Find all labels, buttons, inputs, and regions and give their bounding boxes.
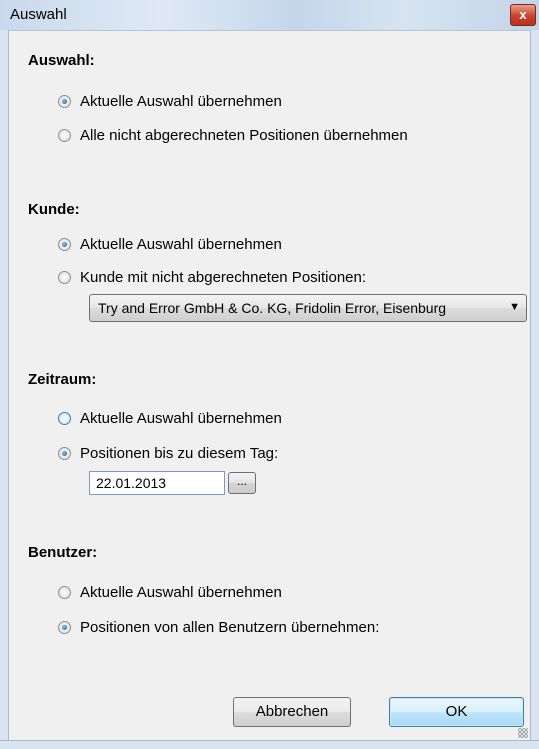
window-frame-bottom [0, 740, 539, 749]
customer-select[interactable]: Try and Error GmbH & Co. KG, Fridolin Er… [89, 294, 527, 322]
kunde-option-current[interactable]: Aktuelle Auswahl übernehmen [58, 234, 282, 254]
zeitraum-option-date[interactable]: Positionen bis zu diesem Tag: [58, 443, 278, 463]
auswahl-heading: Auswahl: [28, 52, 95, 69]
auswahl-option-all[interactable]: Alle nicht abgerechneten Positionen über… [58, 125, 408, 145]
zeitraum-option-current[interactable]: Aktuelle Auswahl übernehmen [58, 408, 282, 428]
date-field-value: 22.01.2013 [96, 475, 167, 491]
dialog-body: Auswahl: Aktuelle Auswahl übernehmen All… [9, 31, 530, 740]
zeitraum-heading: Zeitraum: [28, 371, 97, 388]
chevron-down-icon[interactable]: ▼ [509, 301, 520, 313]
radio-label: Positionen bis zu diesem Tag: [80, 444, 279, 462]
radio-label: Aktuelle Auswahl übernehmen [80, 92, 282, 110]
close-button[interactable]: x [510, 4, 536, 26]
date-field[interactable]: 22.01.2013 [89, 471, 225, 495]
radio-icon[interactable] [58, 446, 71, 460]
radio-label: Aktuelle Auswahl übernehmen [80, 235, 282, 253]
kunde-option-customer[interactable]: Kunde mit nicht abgerechneten Positionen… [58, 267, 366, 287]
radio-icon[interactable] [58, 237, 71, 251]
kunde-heading: Kunde: [28, 201, 80, 218]
close-icon: x [519, 7, 527, 22]
date-picker-button[interactable]: ... [228, 472, 256, 494]
radio-label: Alle nicht abgerechneten Positionen über… [80, 126, 408, 144]
benutzer-heading: Benutzer: [28, 544, 98, 561]
auswahl-option-current[interactable]: Aktuelle Auswahl übernehmen [58, 91, 282, 111]
cancel-button[interactable]: Abbrechen [233, 697, 351, 727]
window-frame-right [530, 30, 539, 749]
radio-icon[interactable] [58, 270, 71, 284]
benutzer-option-all[interactable]: Positionen von allen Benutzern übernehme… [58, 617, 379, 637]
radio-label: Aktuelle Auswahl übernehmen [80, 409, 282, 427]
radio-label: Positionen von allen Benutzern übernehme… [80, 618, 380, 636]
window-title: Auswahl [10, 6, 67, 23]
resize-grip-icon[interactable] [518, 728, 528, 738]
radio-icon[interactable] [58, 585, 71, 599]
ok-button[interactable]: OK [389, 697, 524, 727]
customer-select-value: Try and Error GmbH & Co. KG, Fridolin Er… [98, 300, 447, 316]
radio-label: Aktuelle Auswahl übernehmen [80, 583, 282, 601]
radio-icon[interactable] [58, 94, 71, 108]
title-bar[interactable]: Auswahl x [0, 0, 539, 31]
radio-icon[interactable] [58, 128, 71, 142]
window-frame-left [0, 30, 9, 749]
radio-icon[interactable] [58, 411, 71, 425]
radio-icon[interactable] [58, 620, 71, 634]
radio-label: Kunde mit nicht abgerechneten Positionen… [80, 268, 367, 286]
benutzer-option-current[interactable]: Aktuelle Auswahl übernehmen [58, 582, 282, 602]
